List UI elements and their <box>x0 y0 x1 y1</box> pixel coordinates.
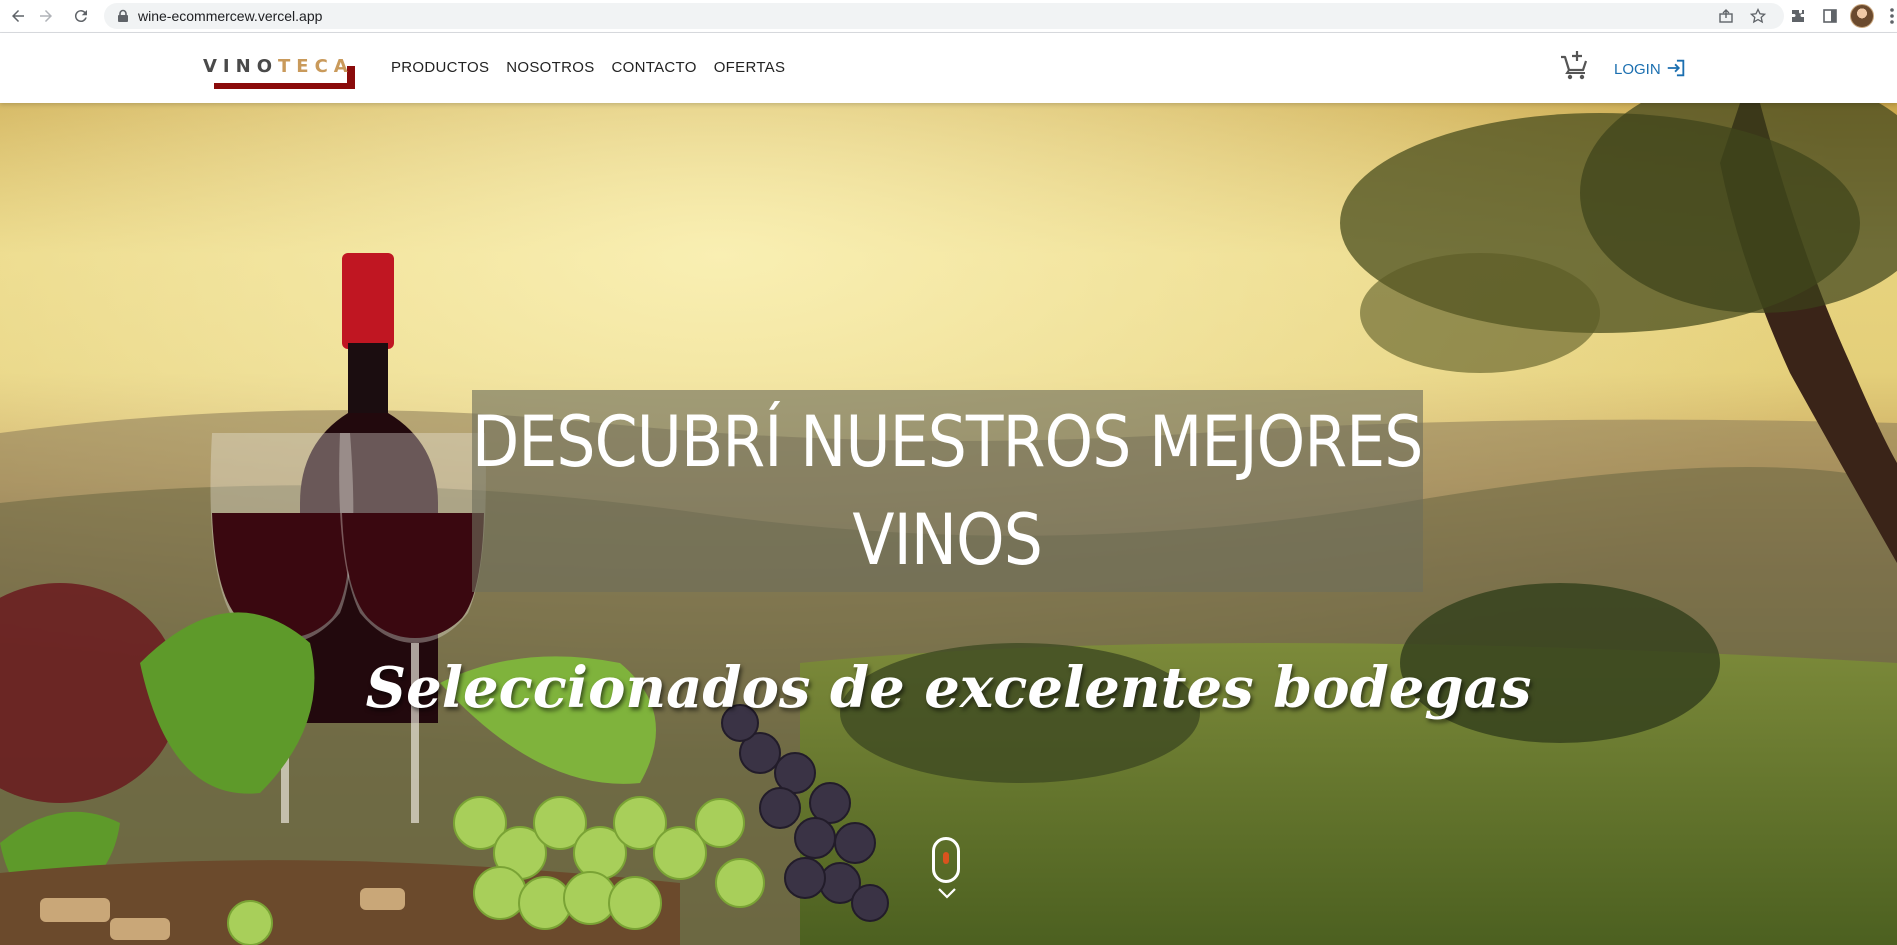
hero-title-line1: DESCUBRÍ NUESTROS MEJORES <box>472 401 1424 483</box>
login-icon <box>1667 59 1684 77</box>
logo-text-teca: TECA <box>278 56 354 77</box>
chevron-down-icon[interactable] <box>936 886 958 900</box>
logo-bar <box>214 83 355 89</box>
star-icon[interactable] <box>1750 8 1766 24</box>
login-label: LOGIN <box>1614 60 1661 78</box>
forward-arrow-icon[interactable] <box>34 4 58 28</box>
nav-ofertas[interactable]: OFERTAS <box>714 59 786 76</box>
login-button[interactable]: LOGIN <box>1614 59 1687 79</box>
reload-icon[interactable] <box>69 4 93 28</box>
nav-nosotros[interactable]: NOSOTROS <box>506 59 594 76</box>
mouse-scroll-icon[interactable] <box>932 837 960 883</box>
main-nav: PRODUCTOS NOSOTROS CONTACTO OFERTAS <box>391 59 785 76</box>
site-logo[interactable]: VINOTECA <box>203 56 355 96</box>
logo-text-vino: VINO <box>203 56 278 77</box>
nav-contacto[interactable]: CONTACTO <box>612 59 697 76</box>
logo-text: VINOTECA <box>203 56 354 77</box>
lock-icon[interactable] <box>116 9 130 23</box>
cart-add-icon[interactable] <box>1559 49 1591 81</box>
share-icon[interactable] <box>1718 8 1734 24</box>
scroll-dot <box>943 852 949 864</box>
browser-toolbar: wine-ecommercew.vercel.app <box>0 0 1897 33</box>
extensions-icon[interactable] <box>1787 5 1809 27</box>
url-text[interactable]: wine-ecommercew.vercel.app <box>138 8 322 24</box>
site-header: VINOTECA PRODUCTOS NOSOTROS CONTACTO OFE… <box>0 33 1897 103</box>
hero-title-box: DESCUBRÍ NUESTROS MEJORES VINOS <box>472 390 1424 592</box>
hero-title: DESCUBRÍ NUESTROS MEJORES VINOS <box>472 393 1424 589</box>
address-bar[interactable]: wine-ecommercew.vercel.app <box>104 3 1784 29</box>
nav-productos[interactable]: PRODUCTOS <box>391 59 489 76</box>
hero-title-line2: VINOS <box>852 499 1043 581</box>
side-panel-icon[interactable] <box>1819 5 1841 27</box>
back-arrow-icon[interactable] <box>6 4 30 28</box>
more-icon[interactable] <box>1889 6 1895 26</box>
hero-subtitle: Seleccionados de excelentes bodegas <box>365 655 1532 721</box>
hero-section: DESCUBRÍ NUESTROS MEJORES VINOS Seleccio… <box>0 103 1897 945</box>
avatar[interactable] <box>1850 4 1874 28</box>
